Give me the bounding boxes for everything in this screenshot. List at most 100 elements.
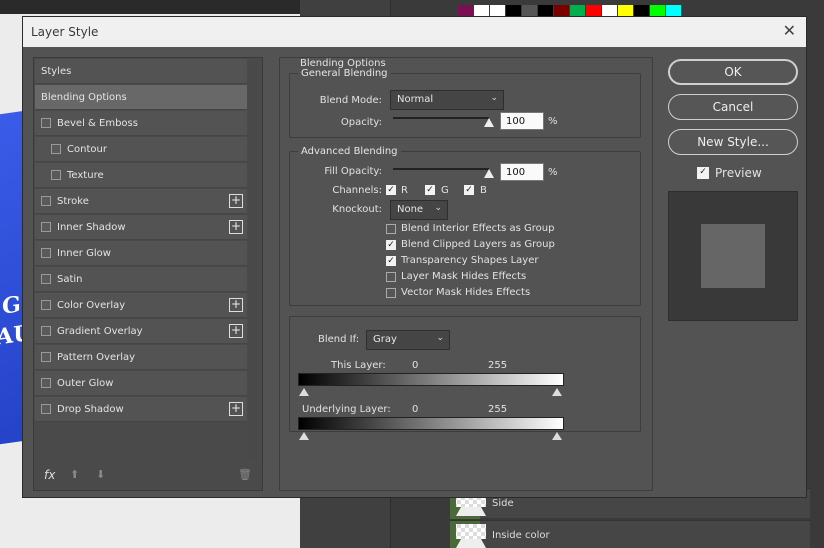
underlying-layer-white-slider[interactable] (552, 432, 562, 440)
this-layer-white-slider[interactable] (552, 388, 562, 396)
style-item[interactable]: Blending Options (35, 85, 247, 110)
color-swatch[interactable] (618, 5, 633, 16)
channel-b-checkbox[interactable]: ✓ (464, 185, 474, 195)
style-item[interactable]: Color Overlay + (35, 293, 247, 318)
layer-style-dialog: Layer Style ✕ Styles Blending Options Bev… (22, 16, 807, 498)
fill-opacity-input[interactable]: 100 (500, 163, 544, 181)
advanced-option-checkbox[interactable] (386, 288, 396, 298)
blend-mode-label: Blend Mode: (319, 95, 382, 106)
style-item[interactable]: Bevel & Emboss (35, 111, 247, 136)
style-item[interactable]: Stroke + (35, 189, 247, 214)
underlying-layer-black-slider[interactable] (299, 432, 309, 440)
styles-scrollbar[interactable] (249, 60, 259, 460)
channel-r-label: R (401, 185, 408, 196)
color-swatch[interactable] (522, 5, 537, 16)
add-effect-icon[interactable]: + (229, 402, 243, 416)
style-checkbox[interactable] (41, 326, 51, 336)
style-item[interactable]: Texture (35, 163, 247, 188)
advanced-option-checkbox[interactable]: ✓ (386, 240, 396, 250)
color-swatch[interactable] (490, 5, 505, 16)
style-checkbox[interactable] (41, 404, 51, 414)
style-checkbox[interactable] (41, 300, 51, 310)
color-swatch[interactable] (602, 5, 617, 16)
style-item-label: Outer Glow (57, 377, 114, 389)
style-item[interactable]: Drop Shadow + (35, 397, 247, 422)
style-item[interactable]: Outer Glow (35, 371, 247, 396)
layer-row[interactable]: Inside color (450, 520, 810, 548)
move-up-icon[interactable]: ⬆ (70, 468, 79, 481)
style-item-label: Satin (57, 273, 83, 285)
color-swatch[interactable] (538, 5, 553, 16)
advanced-option-checkbox[interactable] (386, 224, 396, 234)
style-item[interactable]: Satin (35, 267, 247, 292)
style-checkbox[interactable] (41, 222, 51, 232)
layer-thumbnail (456, 523, 486, 548)
fill-opacity-label: Fill Opacity: (324, 166, 382, 177)
this-layer-black-slider[interactable] (299, 388, 309, 396)
style-item[interactable]: Contour (35, 137, 247, 162)
move-down-icon[interactable]: ⬇ (96, 468, 105, 481)
color-swatch[interactable] (458, 5, 473, 16)
style-checkbox[interactable] (41, 196, 51, 206)
document-top-bar (0, 0, 300, 14)
style-checkbox[interactable] (51, 170, 61, 180)
channel-g-checkbox[interactable]: ✓ (425, 185, 435, 195)
this-layer-low: 0 (412, 360, 419, 371)
color-swatch[interactable] (634, 5, 649, 16)
style-item[interactable]: Inner Shadow + (35, 215, 247, 240)
underlying-layer-low: 0 (412, 404, 419, 415)
general-blending-legend: General Blending (301, 68, 388, 79)
advanced-option-checkbox[interactable]: ✓ (386, 256, 396, 266)
blend-mode-select[interactable]: Normal ⌄ (390, 90, 504, 110)
knockout-label: Knockout: (332, 204, 382, 215)
style-item-label: Texture (67, 169, 104, 181)
color-swatch[interactable] (650, 5, 665, 16)
dialog-title: Layer Style (31, 25, 99, 39)
close-icon[interactable]: ✕ (783, 21, 796, 40)
preview-label: Preview (715, 166, 762, 180)
ok-button[interactable]: OK (668, 59, 798, 85)
color-swatch[interactable] (586, 5, 601, 16)
style-item[interactable]: Pattern Overlay (35, 345, 247, 370)
color-swatch[interactable] (554, 5, 569, 16)
style-item-label: Contour (67, 143, 107, 155)
styles-header[interactable]: Styles (35, 59, 247, 84)
color-swatch[interactable] (570, 5, 585, 16)
style-checkbox[interactable] (41, 378, 51, 388)
opacity-input[interactable]: 100 (500, 112, 544, 130)
color-swatch[interactable] (506, 5, 521, 16)
blend-if-select[interactable]: Gray ⌄ (366, 330, 450, 350)
opacity-slider-track[interactable] (393, 117, 489, 119)
advanced-option-label: Blend Clipped Layers as Group (401, 239, 555, 250)
color-swatch[interactable] (474, 5, 489, 16)
add-effect-icon[interactable]: + (229, 298, 243, 312)
advanced-option-label: Transparency Shapes Layer (401, 255, 539, 266)
fill-opacity-slider-track[interactable] (393, 168, 489, 170)
cancel-button[interactable]: Cancel (668, 94, 798, 120)
channel-r-checkbox[interactable]: ✓ (386, 185, 396, 195)
add-effect-icon[interactable]: + (229, 324, 243, 338)
fill-opacity-slider-thumb[interactable] (484, 169, 494, 178)
style-item-label: Stroke (57, 195, 89, 207)
fx-icon[interactable]: fx (44, 468, 55, 482)
style-checkbox[interactable] (41, 352, 51, 362)
style-item-label: Inner Glow (57, 247, 111, 259)
add-effect-icon[interactable]: + (229, 220, 243, 234)
style-item[interactable]: Gradient Overlay + (35, 319, 247, 344)
opacity-slider-thumb[interactable] (484, 118, 494, 127)
style-checkbox[interactable] (41, 118, 51, 128)
style-item[interactable]: Inner Glow (35, 241, 247, 266)
styles-footer: fx ⬆ ⬇ 🗑 (42, 468, 254, 486)
style-checkbox[interactable] (51, 144, 61, 154)
advanced-option-checkbox[interactable] (386, 272, 396, 282)
chevron-down-icon: ⌄ (434, 203, 442, 213)
style-checkbox[interactable] (41, 248, 51, 258)
new-style-button[interactable]: New Style... (668, 129, 798, 155)
this-layer-high: 255 (488, 360, 508, 371)
trash-icon[interactable]: 🗑 (238, 468, 252, 481)
style-checkbox[interactable] (41, 274, 51, 284)
preview-checkbox[interactable]: ✓ (697, 167, 709, 179)
knockout-select[interactable]: None ⌄ (390, 200, 448, 220)
add-effect-icon[interactable]: + (229, 194, 243, 208)
color-swatch[interactable] (666, 5, 681, 16)
